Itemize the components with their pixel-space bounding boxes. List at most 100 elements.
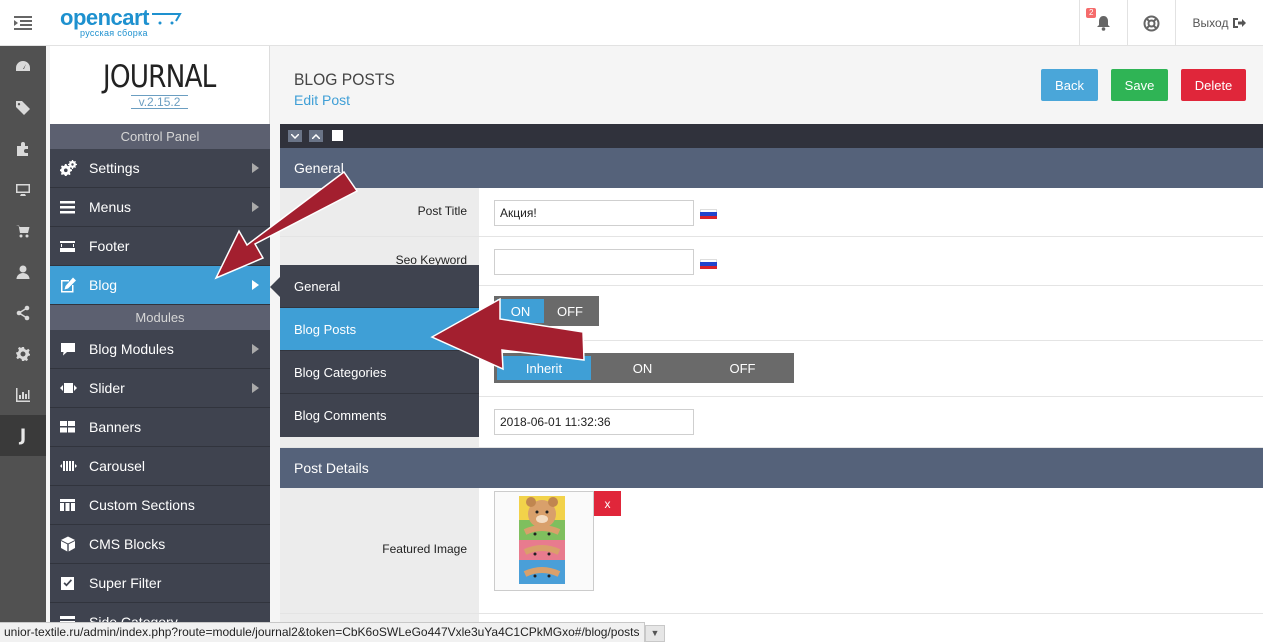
delete-button[interactable]: Delete bbox=[1181, 69, 1246, 101]
expand-all-button[interactable] bbox=[309, 130, 323, 142]
gear-icon bbox=[16, 346, 30, 361]
post-title-label: Post Title bbox=[280, 188, 479, 236]
control-panel-heading: Control Panel bbox=[50, 124, 270, 149]
russian-flag-icon bbox=[700, 259, 717, 269]
life-ring-icon bbox=[1143, 15, 1160, 31]
sidebar-item-carousel[interactable]: Carousel bbox=[50, 447, 270, 486]
sidebar-item-cms-blocks[interactable]: CMS Blocks bbox=[50, 525, 270, 564]
sidebar-item-banners[interactable]: Banners bbox=[50, 408, 270, 447]
comments-inherit-option[interactable]: Inherit bbox=[497, 356, 591, 380]
sections-icon bbox=[60, 497, 77, 513]
edit-icon bbox=[60, 277, 77, 293]
sidebar-item-slider[interactable]: Slider bbox=[50, 369, 270, 408]
page-title: BLOG POSTS bbox=[294, 70, 395, 89]
puzzle-icon bbox=[17, 141, 28, 156]
logo-subtext: русская сборка bbox=[80, 28, 148, 38]
journal-sidebar: JOURNAL v.2.15.2 Control Panel Settings … bbox=[50, 46, 270, 642]
comments-on-option[interactable]: ON bbox=[591, 356, 694, 380]
seo-keyword-input[interactable] bbox=[494, 249, 694, 275]
system-nav[interactable] bbox=[0, 333, 46, 374]
chevron-down-icon bbox=[291, 133, 299, 139]
help-button[interactable] bbox=[1127, 0, 1175, 46]
dashboard-nav[interactable] bbox=[0, 46, 46, 87]
cart-logo-icon bbox=[152, 13, 182, 25]
featured-image-label: Featured Image bbox=[280, 488, 479, 613]
date-input[interactable]: 2018-06-01 11:32:36 bbox=[494, 409, 694, 435]
chevron-right-icon bbox=[252, 344, 259, 354]
marketing-nav[interactable] bbox=[0, 292, 46, 333]
page-header: BLOG POSTS Edit Post Back Save Delete bbox=[280, 46, 1263, 124]
save-button[interactable]: Save bbox=[1111, 69, 1168, 101]
post-details-section-header[interactable]: Post Details bbox=[280, 448, 1263, 488]
sidebar-item-label: Settings bbox=[89, 160, 140, 176]
opencart-logo[interactable]: opencart русская сборка bbox=[60, 7, 182, 38]
chevron-down-icon[interactable]: ▼ bbox=[645, 625, 665, 642]
tag-icon bbox=[16, 100, 30, 115]
featured-image-row: Featured Image x bbox=[280, 488, 1263, 614]
comment-icon bbox=[60, 341, 77, 357]
page-subtitle: Edit Post bbox=[294, 92, 351, 108]
journal-nav[interactable]: J bbox=[0, 415, 46, 456]
chevron-right-icon bbox=[252, 280, 259, 290]
comments-off-option[interactable]: OFF bbox=[694, 356, 791, 380]
collapse-toolbar bbox=[280, 124, 1263, 148]
design-nav[interactable] bbox=[0, 169, 46, 210]
cart-icon bbox=[16, 224, 30, 237]
chevron-up-icon bbox=[312, 133, 320, 139]
submenu-item-blog-posts[interactable]: Blog Posts bbox=[280, 308, 479, 351]
status-on-option[interactable]: ON bbox=[497, 299, 544, 323]
sidebar-item-label: Super Filter bbox=[89, 575, 162, 591]
sidebar-item-menus[interactable]: Menus bbox=[50, 188, 270, 227]
reports-nav[interactable] bbox=[0, 374, 46, 415]
customers-nav[interactable] bbox=[0, 251, 46, 292]
sidebar-item-label: Footer bbox=[89, 238, 130, 254]
post-title-row: Post Title Акция! bbox=[280, 188, 1263, 237]
post-title-input[interactable]: Акция! bbox=[494, 200, 694, 226]
user-icon bbox=[16, 265, 30, 279]
bell-icon bbox=[1097, 16, 1110, 31]
submenu-item-blog-categories[interactable]: Blog Categories bbox=[280, 351, 479, 394]
sidebar-item-label: Menus bbox=[89, 199, 132, 215]
chevron-right-icon bbox=[252, 163, 259, 173]
bar-chart-icon bbox=[16, 387, 30, 402]
extensions-nav[interactable] bbox=[0, 128, 46, 169]
carousel-icon bbox=[60, 458, 77, 474]
browser-status-url: unior-textile.ru/admin/index.php?route=m… bbox=[0, 622, 645, 642]
sign-out-icon bbox=[1233, 18, 1247, 28]
sidebar-item-super-filter[interactable]: Super Filter bbox=[50, 564, 270, 603]
sidebar-item-label: Slider bbox=[89, 380, 125, 396]
icon-sidebar: J bbox=[0, 46, 46, 642]
journal-icon: J bbox=[19, 425, 27, 446]
sidebar-item-blog-modules[interactable]: Blog Modules bbox=[50, 330, 270, 369]
logout-button[interactable]: Выход bbox=[1175, 0, 1263, 46]
toggle-square-button[interactable] bbox=[332, 130, 343, 141]
footer-icon bbox=[60, 238, 77, 254]
catalog-nav[interactable] bbox=[0, 87, 46, 128]
status-off-option[interactable]: OFF bbox=[544, 299, 596, 323]
back-button[interactable]: Back bbox=[1041, 69, 1098, 101]
remove-image-button[interactable]: x bbox=[594, 491, 621, 516]
status-toggle[interactable]: ON OFF bbox=[494, 296, 599, 326]
journal-logo: JOURNAL v.2.15.2 bbox=[50, 46, 270, 124]
submenu-item-blog-comments[interactable]: Blog Comments bbox=[280, 394, 479, 437]
sidebar-item-settings[interactable]: Settings bbox=[50, 149, 270, 188]
submenu-item-general[interactable]: General bbox=[280, 265, 479, 308]
notifications-button[interactable]: 2 bbox=[1079, 0, 1127, 46]
sales-nav[interactable] bbox=[0, 210, 46, 251]
collapse-all-button[interactable] bbox=[288, 130, 302, 142]
comments-toggle[interactable]: Inherit ON OFF bbox=[494, 353, 794, 383]
russian-flag-icon bbox=[700, 209, 717, 219]
general-section-header[interactable]: General bbox=[280, 148, 1263, 188]
menu-toggle-button[interactable] bbox=[0, 0, 46, 46]
sidebar-item-label: CMS Blocks bbox=[89, 536, 166, 552]
sidebar-item-label: Carousel bbox=[89, 458, 146, 474]
sidebar-item-footer[interactable]: Footer bbox=[50, 227, 270, 266]
featured-image-thumbnail[interactable] bbox=[494, 491, 594, 591]
sidebar-item-blog[interactable]: Blog bbox=[50, 266, 270, 305]
sidebar-item-custom-sections[interactable]: Custom Sections bbox=[50, 486, 270, 525]
grid-icon bbox=[60, 419, 77, 435]
teddy-bear-towels-image bbox=[495, 492, 593, 590]
sidebar-item-label: Blog bbox=[89, 277, 118, 293]
top-header: opencart русская сборка 2 Выход bbox=[0, 0, 1263, 46]
notifications-badge: 2 bbox=[1086, 8, 1097, 18]
